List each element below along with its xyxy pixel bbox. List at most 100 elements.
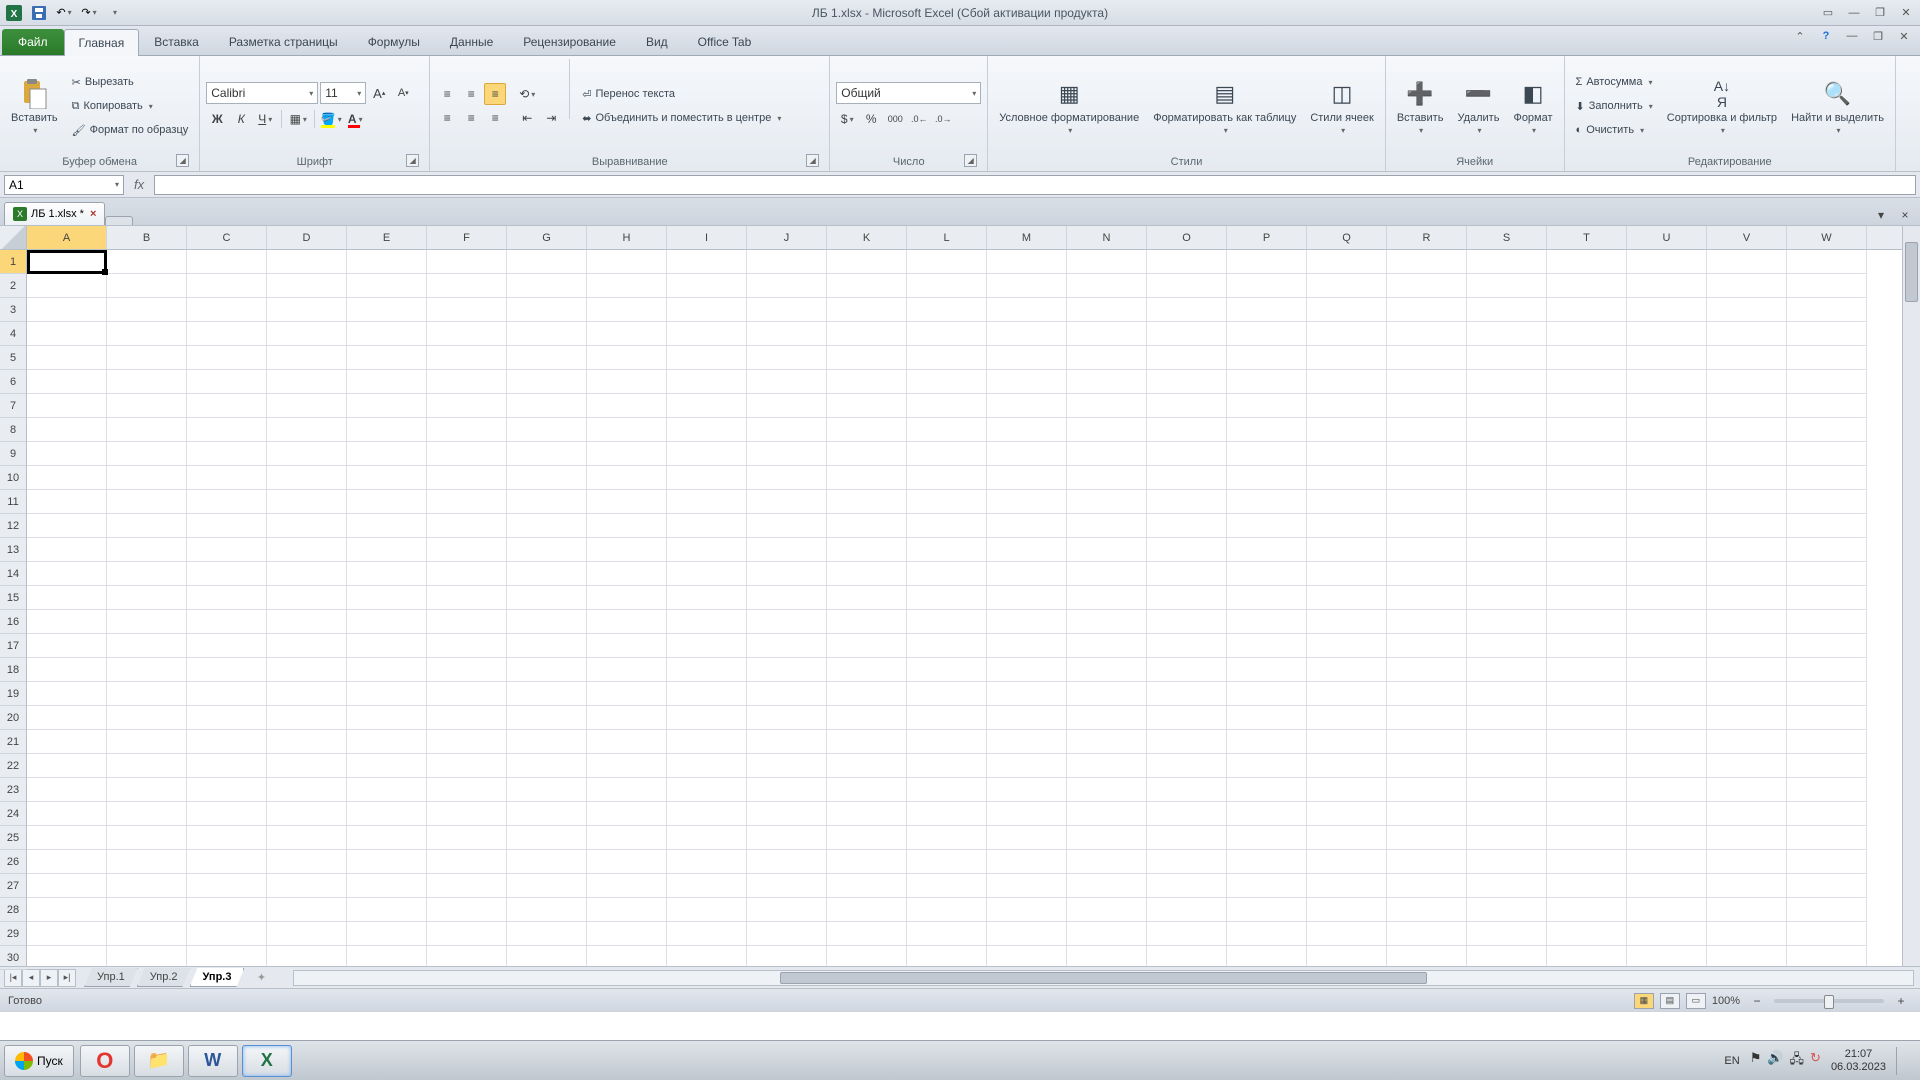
tray-flag-icon[interactable]: ⚑ [1750, 1050, 1762, 1072]
cell[interactable] [1067, 274, 1147, 298]
cell[interactable] [587, 922, 667, 946]
cell[interactable] [187, 490, 267, 514]
cell[interactable] [1467, 562, 1547, 586]
column-header[interactable]: K [827, 226, 907, 249]
cell[interactable] [187, 658, 267, 682]
cell[interactable] [587, 562, 667, 586]
cell[interactable] [1627, 274, 1707, 298]
vertical-scrollbar[interactable] [1902, 226, 1920, 966]
cell[interactable] [1147, 394, 1227, 418]
cell[interactable] [667, 562, 747, 586]
cell[interactable] [1787, 466, 1867, 490]
cell[interactable] [827, 754, 907, 778]
cell[interactable] [1707, 802, 1787, 826]
cell[interactable] [1707, 610, 1787, 634]
cell[interactable] [267, 346, 347, 370]
cell[interactable] [747, 826, 827, 850]
cell[interactable] [507, 850, 587, 874]
normal-view-button[interactable]: ▦ [1634, 993, 1654, 1009]
cell[interactable] [187, 898, 267, 922]
cell[interactable] [1547, 802, 1627, 826]
cell[interactable] [1707, 730, 1787, 754]
cell[interactable] [1467, 874, 1547, 898]
cell[interactable] [1627, 826, 1707, 850]
cell[interactable] [347, 634, 427, 658]
align-center-button[interactable]: ≡ [460, 107, 482, 129]
tray-update-icon[interactable]: ↻ [1810, 1050, 1821, 1072]
cell[interactable] [907, 250, 987, 274]
cell[interactable] [827, 826, 907, 850]
cell[interactable] [1787, 274, 1867, 298]
row-header[interactable]: 3 [0, 298, 26, 322]
ribbon-minimize-icon[interactable]: ▭ [1818, 5, 1838, 21]
cell[interactable] [27, 754, 107, 778]
row-header[interactable]: 12 [0, 514, 26, 538]
cell[interactable] [587, 322, 667, 346]
sheet-tab[interactable]: Упр.3 [190, 968, 245, 987]
cell[interactable] [1147, 682, 1227, 706]
cell[interactable] [1227, 490, 1307, 514]
cell[interactable] [667, 250, 747, 274]
cell[interactable] [587, 298, 667, 322]
cell[interactable] [987, 898, 1067, 922]
align-right-button[interactable]: ≡ [484, 107, 506, 129]
cell[interactable] [907, 322, 987, 346]
cell[interactable] [427, 850, 507, 874]
cell[interactable] [187, 826, 267, 850]
window-minimize-icon[interactable]: — [1844, 5, 1864, 21]
cell[interactable] [987, 466, 1067, 490]
cell[interactable] [507, 298, 587, 322]
cell[interactable] [1067, 250, 1147, 274]
taskbar-word[interactable]: W [188, 1045, 238, 1077]
new-sheet-button[interactable]: ✦ [249, 970, 273, 986]
cell[interactable] [1547, 922, 1627, 946]
grow-font-button[interactable]: A▴ [368, 82, 390, 104]
cell[interactable] [1387, 634, 1467, 658]
cell[interactable] [1067, 466, 1147, 490]
cell[interactable] [1307, 562, 1387, 586]
cell[interactable] [347, 658, 427, 682]
cell[interactable] [1307, 634, 1387, 658]
cell[interactable] [187, 874, 267, 898]
cell[interactable] [507, 274, 587, 298]
fill-color-button[interactable]: 🪣▾ [320, 108, 342, 130]
cell[interactable] [827, 706, 907, 730]
cell[interactable] [667, 274, 747, 298]
sheet-nav-last[interactable]: ▸| [58, 969, 76, 987]
tray-network-icon[interactable]: 🖧 [1790, 1050, 1805, 1072]
cell[interactable] [1547, 466, 1627, 490]
cell[interactable] [907, 778, 987, 802]
cell[interactable] [27, 658, 107, 682]
cell[interactable] [1307, 298, 1387, 322]
cell[interactable] [27, 346, 107, 370]
cell[interactable] [1707, 490, 1787, 514]
cell[interactable] [507, 778, 587, 802]
cell[interactable] [1067, 394, 1147, 418]
cell[interactable] [107, 370, 187, 394]
cell[interactable] [667, 586, 747, 610]
cell[interactable] [427, 730, 507, 754]
tab-close-icon[interactable]: × [90, 208, 96, 220]
cell[interactable] [1227, 442, 1307, 466]
cell[interactable] [667, 850, 747, 874]
cell[interactable] [267, 586, 347, 610]
cell[interactable] [1227, 826, 1307, 850]
cell[interactable] [1227, 562, 1307, 586]
cell[interactable] [1067, 802, 1147, 826]
cell[interactable] [1147, 418, 1227, 442]
cell[interactable] [1627, 634, 1707, 658]
cell[interactable] [587, 250, 667, 274]
cell[interactable] [187, 298, 267, 322]
cell[interactable] [187, 394, 267, 418]
cell[interactable] [1467, 754, 1547, 778]
cell[interactable] [187, 466, 267, 490]
cell[interactable] [827, 370, 907, 394]
row-header[interactable]: 9 [0, 442, 26, 466]
cell[interactable] [1227, 298, 1307, 322]
cell[interactable] [1147, 442, 1227, 466]
cell[interactable] [1227, 538, 1307, 562]
sheet-nav-next[interactable]: ▸ [40, 969, 58, 987]
cell[interactable] [187, 562, 267, 586]
cell[interactable] [267, 682, 347, 706]
cell[interactable] [1787, 418, 1867, 442]
